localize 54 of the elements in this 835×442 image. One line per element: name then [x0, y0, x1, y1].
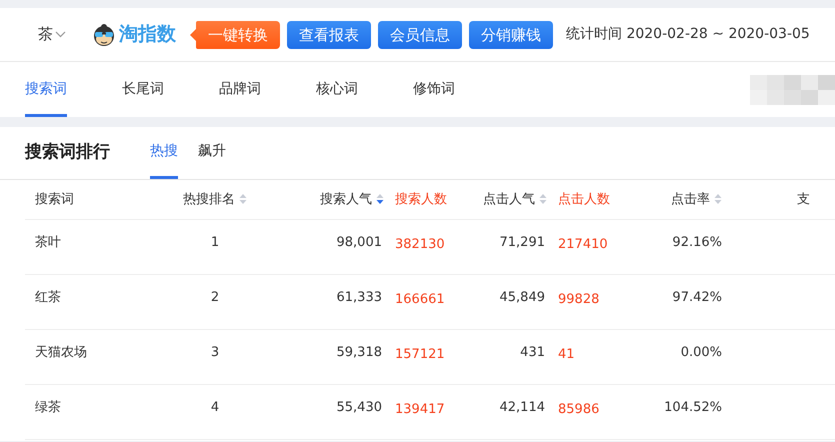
table-cell-text: 45,849	[500, 289, 545, 308]
logo-text: 淘指数	[119, 22, 176, 48]
toolbar-button[interactable]: 会员信息	[378, 20, 462, 48]
table-cell-text: 1	[210, 234, 220, 252]
column-header: 支	[797, 190, 810, 209]
chevron-down-icon[interactable]	[55, 31, 66, 38]
category-selector[interactable]: 茶	[38, 23, 53, 46]
table-cell-text: 4	[210, 399, 220, 418]
column-header: 搜索词	[35, 190, 74, 209]
stat-time: 统计时间 2020-02-28 ~ 2020-03-05	[566, 25, 810, 44]
table-cell-text: 98,001	[336, 234, 382, 252]
table-cell-text: 茶叶	[35, 234, 61, 252]
table-cell-text: 157121	[395, 346, 445, 364]
nav-tab[interactable]: 品牌词	[219, 62, 261, 117]
table-cell-text: 天猫农场	[35, 344, 87, 362]
column-header[interactable]: 点击人气	[483, 190, 535, 210]
table-cell-text: 61,333	[336, 289, 382, 308]
table-cell-text: 59,318	[336, 344, 382, 362]
table-cell-text: 139417	[395, 401, 445, 420]
callout-pointer	[190, 28, 196, 40]
panel-title: 搜索词排行	[25, 141, 110, 164]
toolbar-button[interactable]: 分销赚钱	[469, 20, 553, 48]
table-cell-text: 431	[520, 344, 545, 362]
nav-tab[interactable]: 修饰词	[413, 62, 455, 117]
table-cell-text: 42,114	[500, 399, 545, 418]
table-cell-text: 92.16%	[672, 234, 722, 252]
nav-tab[interactable]: 搜索词	[25, 62, 67, 117]
sort-icon[interactable]	[376, 193, 384, 206]
panel-tab[interactable]: 飙升	[198, 127, 226, 179]
table-cell-text: 85986	[558, 401, 600, 420]
table-cell-text: 71,291	[500, 234, 545, 252]
column-header: 搜索人数	[395, 190, 447, 209]
table-cell-text: 红茶	[35, 289, 61, 308]
table-cell-text: 绿茶	[35, 399, 61, 418]
table-cell-text: 41	[558, 346, 575, 364]
table-cell-text: 217410	[558, 236, 608, 254]
table-cell-text: 382130	[395, 236, 445, 254]
table-cell-text: 104.52%	[664, 399, 722, 418]
table-cell-text: 99828	[558, 291, 600, 310]
table-cell-text: 166661	[395, 291, 445, 310]
table-cell-text: 55,430	[336, 399, 382, 418]
nav-tab[interactable]: 核心词	[316, 62, 358, 117]
table-cell-text: 0.00%	[680, 344, 722, 362]
column-header[interactable]: 点击率	[671, 190, 710, 210]
nav-tab[interactable]: 长尾词	[122, 62, 164, 117]
toolbar-button[interactable]: 查看报表	[287, 20, 371, 48]
table-cell-text: 3	[210, 344, 220, 362]
table-cell-text: 2	[210, 289, 220, 308]
panel-tab[interactable]: 热搜	[150, 127, 178, 179]
column-header[interactable]: 搜索人气	[320, 190, 372, 210]
monkey-face-icon	[92, 22, 116, 46]
column-header: 点击人数	[558, 190, 610, 209]
column-header[interactable]: 热搜排名	[183, 190, 235, 210]
table-cell-text: 97.42%	[672, 289, 722, 308]
